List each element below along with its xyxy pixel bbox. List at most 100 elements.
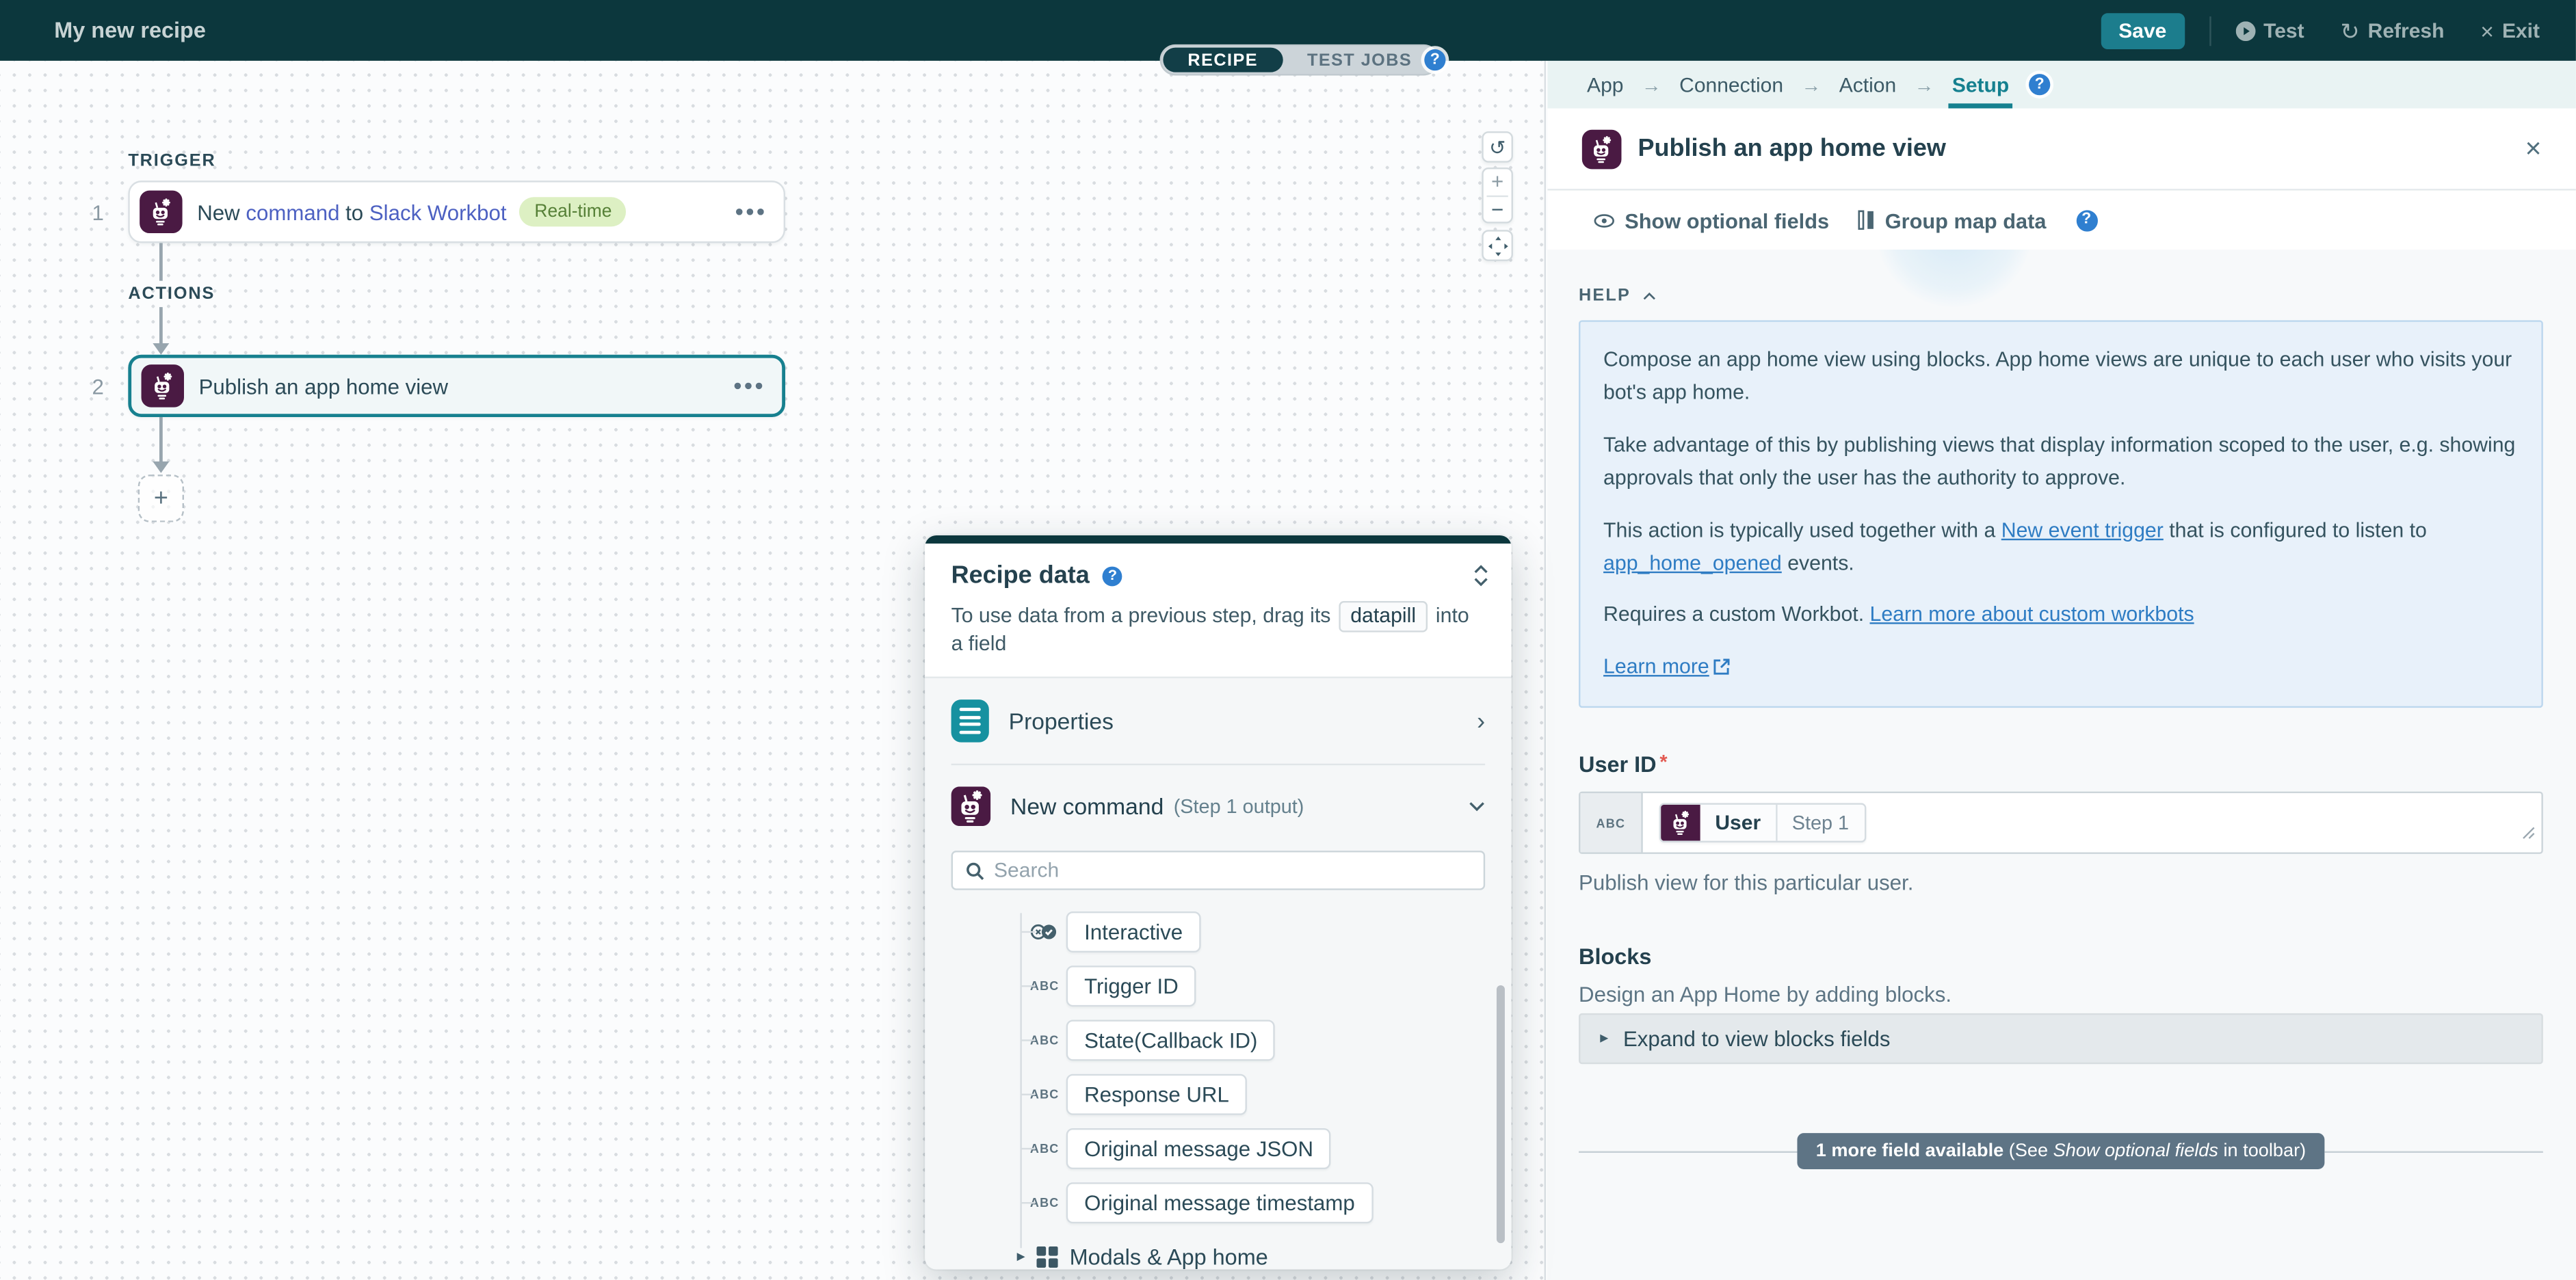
help-section-toggle[interactable]: HELP [1579,286,1655,306]
slack-workbot-icon [951,786,991,826]
divider-line [1579,1151,1798,1152]
play-circle-icon [2235,21,2255,40]
save-button[interactable]: Save [2101,12,2185,49]
scrollbar-thumb[interactable] [1497,985,1505,1243]
more-menu-icon [735,383,763,390]
trigger-step-title: New command to Slack Workbot [197,200,506,224]
recipe-data-panel: Recipe data ? To use data from a previou… [925,535,1511,1270]
realtime-badge: Real-time [520,197,627,226]
datapill[interactable]: Interactive [1066,911,1201,952]
expand-blocks-button[interactable]: ▸ Expand to view blocks fields [1579,1013,2543,1064]
chevron-down-icon[interactable] [1469,792,1485,816]
pan-button[interactable] [1482,230,1513,261]
refresh-label: Refresh [2368,19,2445,42]
step-output-row[interactable]: New command (Step 1 output) [925,765,1511,847]
learn-more-link[interactable]: Learn more [1603,655,1709,678]
action-step-title: Publish an app home view [199,373,448,398]
custom-workbots-link[interactable]: Learn more about custom workbots [1870,603,2194,626]
datapill[interactable]: State(Callback ID) [1066,1019,1276,1061]
datapill-chip-example: datapill [1339,601,1428,632]
breadcrumb-action[interactable]: Action [1839,61,1896,109]
step-connector [159,307,162,347]
tab-test-jobs[interactable]: TEST JOBS [1283,48,1436,72]
step-title: Publish an app home view [1638,135,1945,163]
setup-help-icon[interactable]: ? [2029,74,2050,95]
search-icon [966,862,984,879]
help-paragraph: Requires a custom Workbot. Learn more ab… [1603,598,2519,632]
refresh-button[interactable]: ↻ Refresh [2340,19,2444,42]
exit-label: Exit [2502,19,2540,42]
step-number: 1 [92,200,103,225]
help-paragraph: This action is typically used together w… [1603,514,2519,581]
more-menu-icon [736,209,764,215]
trigger-step-card[interactable]: New command to Slack Workbot Real-time [128,181,785,243]
datapill[interactable]: Original message JSON [1066,1128,1332,1169]
tabs-help-icon[interactable]: ? [1424,49,1445,70]
add-step-button[interactable]: + [138,475,184,522]
datapill[interactable]: Original message timestamp [1066,1182,1373,1223]
divider-line [2324,1151,2543,1152]
show-optional-fields-button[interactable]: Show optional fields [1594,208,1829,232]
datapill-group-row[interactable]: ▸ Modals & App home [925,1230,1511,1270]
group-map-data-button[interactable]: Group map data [1858,208,2046,232]
step-output-note: (Step 1 output) [1174,795,1304,818]
datapill-name: User [1700,805,1776,841]
chevron-right-icon[interactable]: › [1477,708,1485,733]
step-title-row: Publish an app home view × [1547,109,2575,191]
blocks-caption: Design an App Home by adding blocks. [1579,983,2543,1007]
recipe-data-help-icon[interactable]: ? [1103,565,1122,585]
recipe-title: My new recipe [54,18,206,42]
user-datapill[interactable]: User Step 1 [1659,803,1865,843]
test-button[interactable]: Test [2235,19,2304,42]
datapill[interactable]: Trigger ID [1066,965,1196,1006]
resize-handle-icon[interactable] [2522,818,2535,847]
recipe-data-hint: To use data from a previous step, drag i… [951,601,1486,655]
step-menu-button[interactable] [736,209,764,215]
test-label: Test [2263,19,2304,42]
recipe-data-header: Recipe data ? To use data from a previou… [925,544,1511,678]
action-step-card[interactable]: Publish an app home view [128,355,785,417]
close-panel-button[interactable]: × [2525,135,2542,163]
toolbar-help-icon[interactable]: ? [2076,209,2097,230]
step-connector [159,417,162,465]
step-menu-button[interactable] [735,383,763,390]
properties-row[interactable]: Properties › [925,678,1511,764]
new-event-trigger-link[interactable]: New event trigger [2001,518,2164,542]
grid-icon [1037,1246,1058,1268]
string-type-icon: ABC [1030,1087,1066,1102]
topbar-divider [2209,16,2211,45]
breadcrumb-connection[interactable]: Connection [1679,61,1783,109]
trigger-section-label: TRIGGER [128,151,215,171]
breadcrumb-arrow-icon: → [1642,73,1661,96]
breadcrumb-arrow-icon: → [1801,73,1821,96]
group-map-icon [1858,210,1875,230]
trigger-event-link[interactable]: command [246,200,339,224]
app-home-opened-link[interactable]: app_home_opened [1603,552,1782,575]
group-label: Modals & App home [1070,1244,1268,1269]
user-id-input[interactable]: ABC User Step 1 [1579,792,2543,854]
string-type-icon: ABC [1030,1141,1066,1156]
tab-recipe[interactable]: RECIPE [1163,48,1283,72]
trigger-app-link[interactable]: Slack Workbot [369,200,507,224]
chevron-up-icon [1642,291,1655,299]
zoom-out-button[interactable]: − [1484,196,1512,222]
zoom-in-button[interactable]: + [1484,169,1512,194]
exit-button[interactable]: × Exit [2480,19,2540,42]
step-output-name: New command [1010,793,1164,819]
topbar-actions: Save Test ↻ Refresh × Exit [2101,12,2550,49]
breadcrumb-setup[interactable]: Setup [1952,61,2009,109]
slack-workbot-icon [1582,129,1622,169]
datapill-row: ABC State(Callback ID) [925,1013,1511,1067]
breadcrumb-app[interactable]: App [1587,61,1623,109]
reset-zoom-button[interactable]: ↺ [1482,131,1513,163]
datapill[interactable]: Response URL [1066,1074,1248,1115]
string-type-icon: ABC [1596,816,1626,831]
app-window: My new recipe Save Test ↻ Refresh × Exit… [0,0,2576,1280]
search-input[interactable] [994,859,1470,882]
expander-icon [1473,565,1488,586]
panel-collapse-button[interactable] [1473,565,1488,591]
help-box: Compose an app home view using blocks. A… [1579,320,2543,708]
expand-triangle-icon: ▸ [1600,1030,1608,1048]
user-id-label: User ID* [1579,751,2543,777]
slack-workbot-icon [1661,805,1700,841]
